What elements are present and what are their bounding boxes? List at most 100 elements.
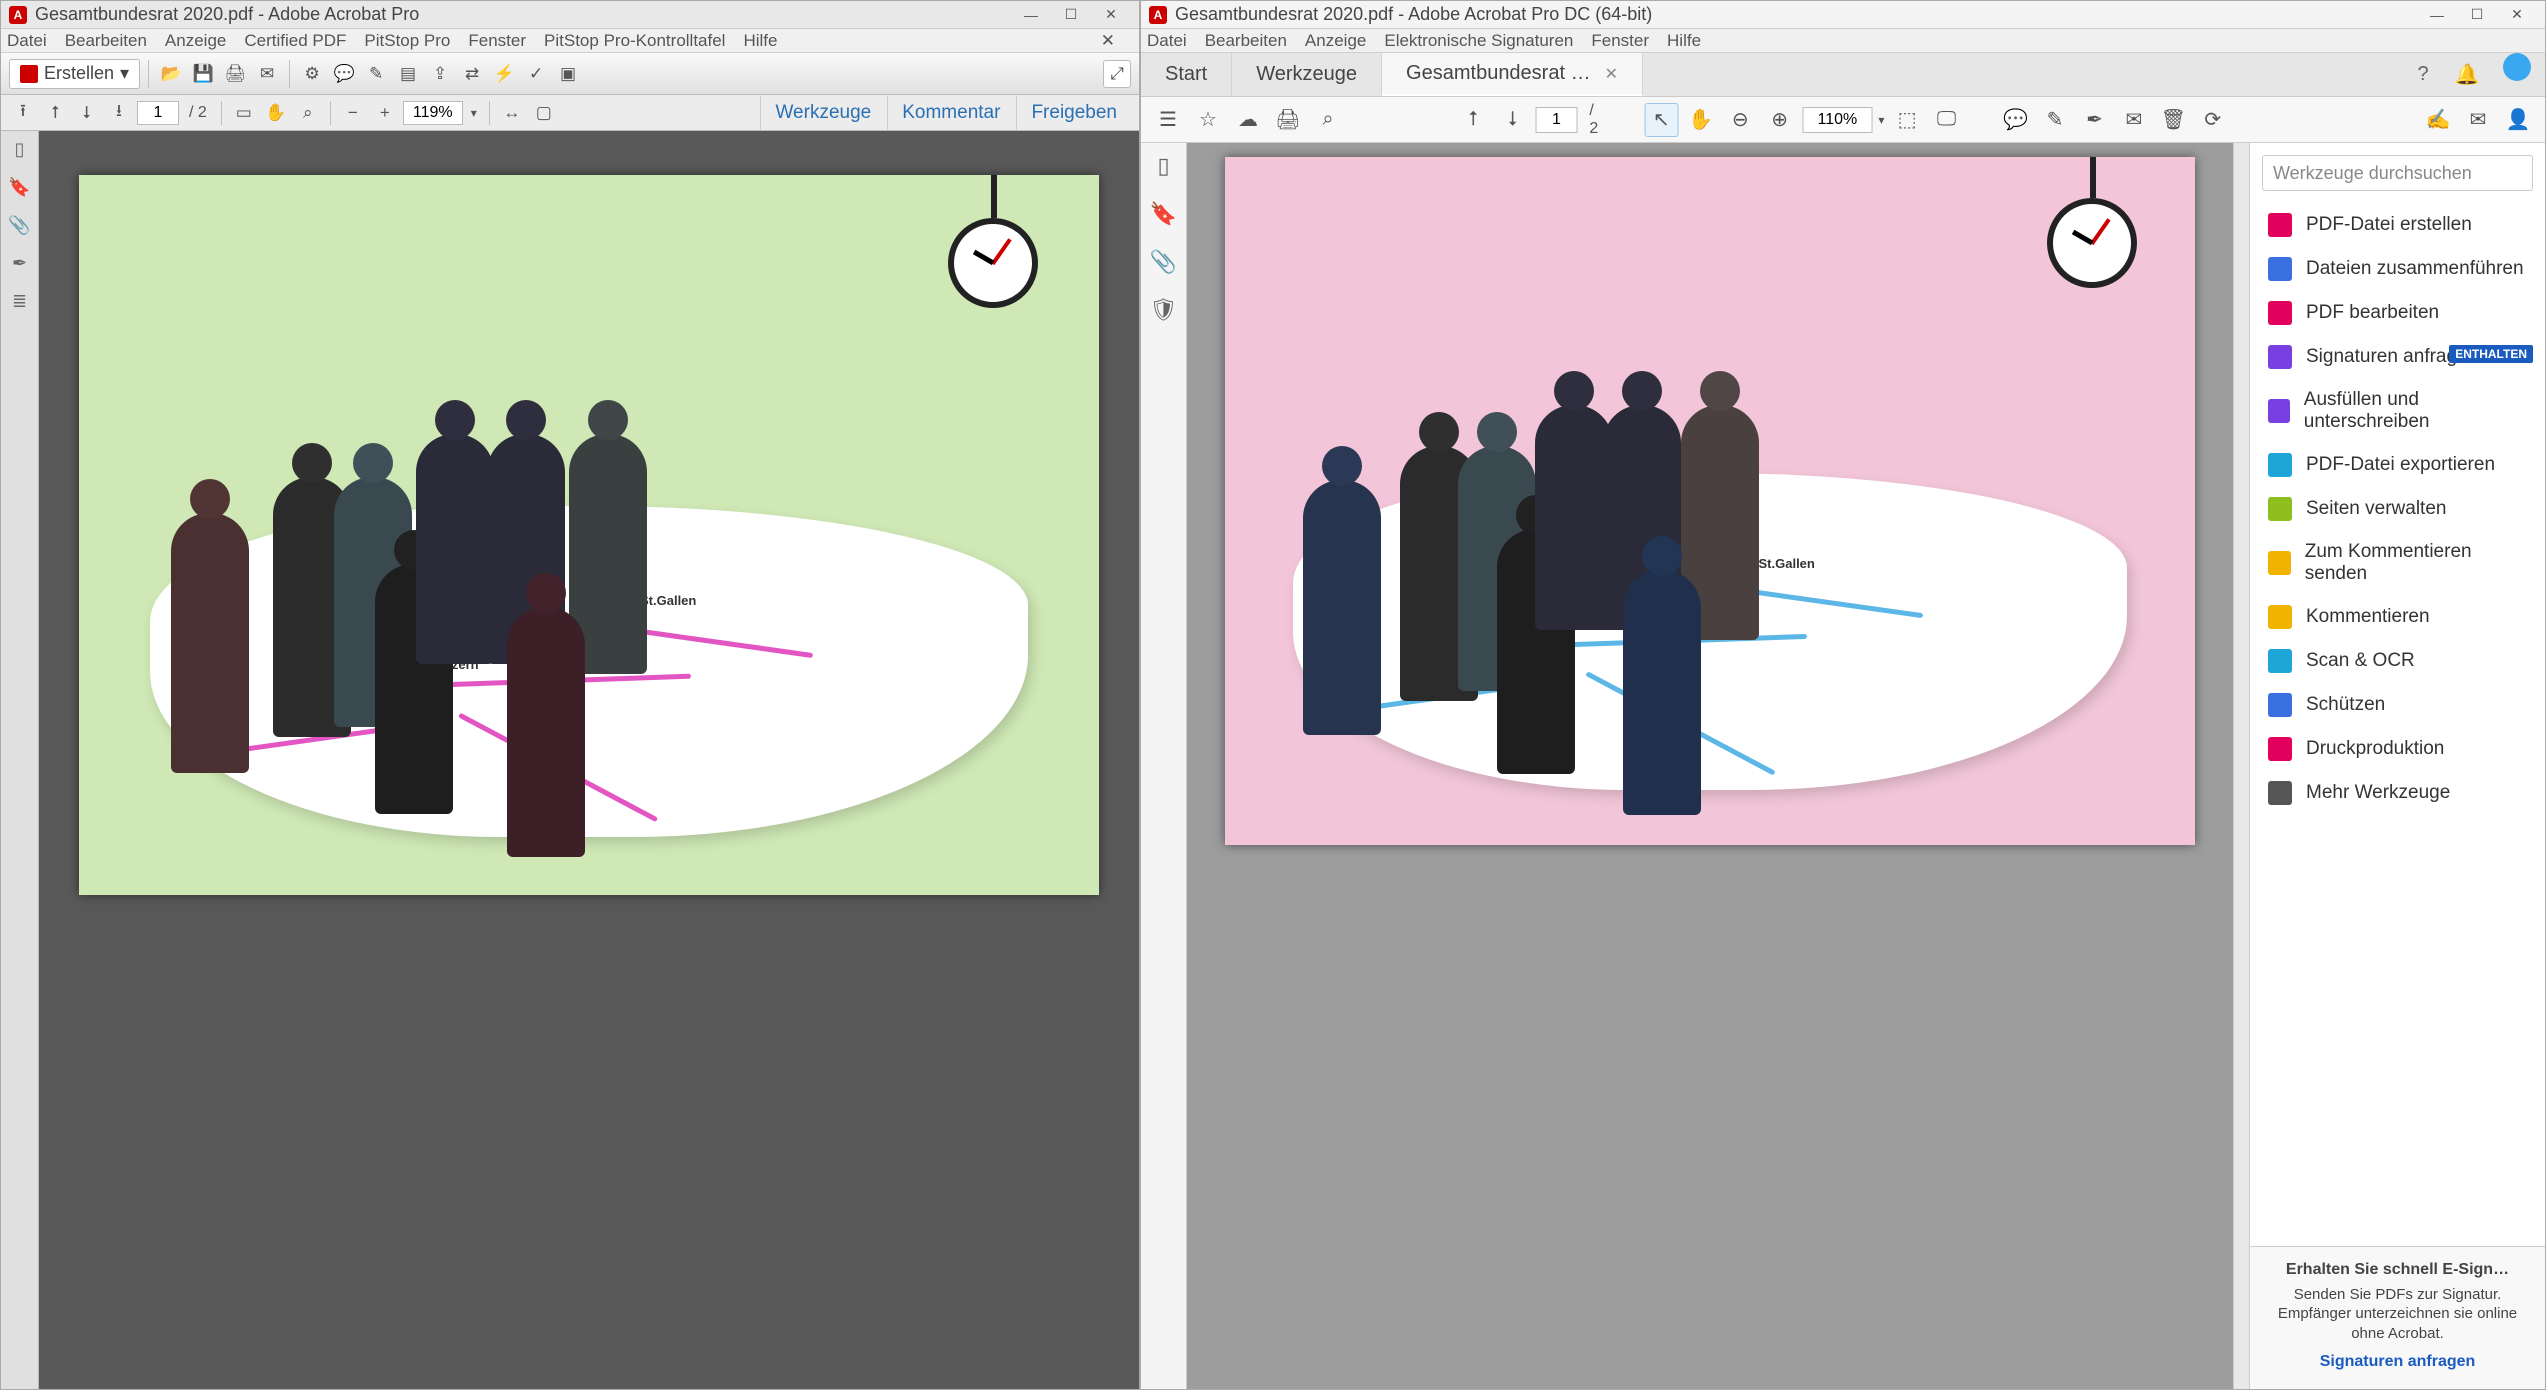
tool-item-9[interactable]: Scan & OCR [2250, 639, 2545, 683]
menu-fenster[interactable]: Fenster [1591, 31, 1649, 51]
open-icon[interactable]: 📂 [157, 60, 185, 88]
avatar[interactable] [2503, 53, 2531, 81]
maximize-button[interactable]: ☐ [1051, 3, 1091, 27]
read-mode-icon[interactable]: 🖵 [1930, 103, 1963, 137]
highlight-icon[interactable]: ✎ [2038, 103, 2071, 137]
tool-item-4[interactable]: Ausfüllen und unterschreiben [2250, 379, 2545, 443]
fill-sign-icon[interactable]: ✍ [2421, 103, 2455, 137]
edit-icon[interactable]: ✎ [362, 60, 390, 88]
sign-icon[interactable]: ✒ [2078, 103, 2111, 137]
menu-datei[interactable]: Datei [1147, 31, 1187, 51]
comment-link[interactable]: Kommentar [887, 96, 1014, 130]
zoom-in-icon[interactable]: + [371, 99, 399, 127]
action-icon[interactable]: ⚡ [490, 60, 518, 88]
zoom-out-icon[interactable]: − [339, 99, 367, 127]
signatures-icon[interactable]: ✒ [8, 251, 32, 275]
mail-icon[interactable]: ✉ [253, 60, 281, 88]
zoom-input[interactable] [1802, 107, 1872, 133]
rotate-icon[interactable]: ⟳ [2196, 103, 2229, 137]
select-tool-icon[interactable]: ▭ [230, 99, 258, 127]
delete-icon[interactable]: 🗑 [2157, 103, 2190, 137]
thumbnails-icon[interactable]: ▯ [8, 137, 32, 161]
convert-icon[interactable]: ⇄ [458, 60, 486, 88]
close-button[interactable]: ✕ [2497, 3, 2537, 27]
share-link[interactable]: Freigeben [1016, 96, 1131, 130]
print-icon[interactable]: 🖨 [1271, 103, 1305, 137]
zoom-input[interactable] [403, 101, 463, 125]
tools-search[interactable]: Werkzeuge durchsuchen [2262, 155, 2533, 191]
bookmarks-icon[interactable]: 🔖 [1150, 201, 1177, 227]
search-icon[interactable]: ⌕ [1311, 103, 1345, 137]
share-people-icon[interactable]: 👤 [2501, 103, 2535, 137]
tools-link[interactable]: Werkzeuge [760, 96, 885, 130]
menu-fenster[interactable]: Fenster [468, 31, 526, 51]
expand-icon[interactable]: ⤢ [1103, 60, 1131, 88]
share-mail-icon[interactable]: ✉ [2461, 103, 2495, 137]
stamp-icon[interactable]: ✉ [2117, 103, 2150, 137]
menu-hilfe[interactable]: Hilfe [743, 31, 777, 51]
menu-bearbeiten[interactable]: Bearbeiten [65, 31, 147, 51]
attachments-icon[interactable]: 📎 [8, 213, 32, 237]
thumbnails-icon[interactable]: ▯ [1157, 153, 1169, 179]
document-area-left[interactable]: Genève Bern Zürich HB St.Gallen Luzern [39, 131, 1139, 1389]
next-page-icon[interactable]: ⭣ [73, 99, 101, 127]
menu-anzeige[interactable]: Anzeige [165, 31, 226, 51]
protect-icon[interactable]: 🛡 [1150, 297, 1178, 323]
layers-icon[interactable]: ≣ [8, 289, 32, 313]
save-icon[interactable]: 💾 [189, 60, 217, 88]
scrollbar[interactable] [2233, 143, 2249, 1389]
tool-item-6[interactable]: Seiten verwalten [2250, 487, 2545, 531]
close-button[interactable]: ✕ [1091, 3, 1131, 27]
document-area-right[interactable]: Genève Bern Zürich HB St.Gallen Luzern [1187, 143, 2233, 1389]
chevron-down-icon[interactable]: ▾ [1878, 113, 1884, 127]
prev-page-icon[interactable]: ⭡ [41, 99, 69, 127]
select-tool-icon[interactable]: ↖ [1645, 103, 1678, 137]
tool-item-10[interactable]: Schützen [2250, 683, 2545, 727]
tool-item-1[interactable]: Dateien zusammenführen [2250, 247, 2545, 291]
preflight-icon[interactable]: ✓ [522, 60, 550, 88]
tab-document[interactable]: Gesamtbundesrat … ✕ [1382, 53, 1643, 96]
hand-tool-icon[interactable]: ✋ [262, 99, 290, 127]
hand-tool-icon[interactable]: ✋ [1684, 103, 1717, 137]
menu-datei[interactable]: Datei [7, 31, 47, 51]
esign-link[interactable]: Signaturen anfragen [2268, 1353, 2527, 1371]
export-icon[interactable]: ⇪ [426, 60, 454, 88]
menu-bearbeiten[interactable]: Bearbeiten [1205, 31, 1287, 51]
fit-icon[interactable]: ⬚ [1890, 103, 1923, 137]
comment-bubble-icon[interactable]: 💬 [330, 60, 358, 88]
minimize-button[interactable]: — [2417, 3, 2457, 27]
misc-icon[interactable]: ▣ [554, 60, 582, 88]
tool-item-8[interactable]: Kommentieren [2250, 595, 2545, 639]
zoom-out-icon[interactable]: ⊖ [1723, 103, 1756, 137]
maximize-button[interactable]: ☐ [2457, 3, 2497, 27]
tool-item-11[interactable]: Druckproduktion [2250, 727, 2545, 771]
tool-item-7[interactable]: Zum Kommentieren senden [2250, 531, 2545, 595]
page-input[interactable] [1535, 107, 1577, 133]
minimize-button[interactable]: — [1011, 3, 1051, 27]
page-up-icon[interactable]: ⭡ [1457, 103, 1490, 137]
first-page-icon[interactable]: ⭱ [9, 99, 37, 127]
menu-pitstop-panel[interactable]: PitStop Pro-Kontrolltafel [544, 31, 725, 51]
tool-item-2[interactable]: PDF bearbeiten [2250, 291, 2545, 335]
attachments-icon[interactable]: 📎 [1150, 249, 1177, 275]
create-button[interactable]: Erstellen ▾ [9, 59, 140, 89]
tab-start[interactable]: Start [1141, 53, 1232, 96]
tool-item-0[interactable]: PDF-Datei erstellen [2250, 203, 2545, 247]
page-down-icon[interactable]: ⭣ [1496, 103, 1529, 137]
tool-item-5[interactable]: PDF-Datei exportieren [2250, 443, 2545, 487]
zoom-in-icon[interactable]: ⊕ [1763, 103, 1796, 137]
menu-certifiedpdf[interactable]: Certified PDF [244, 31, 346, 51]
form-icon[interactable]: ▤ [394, 60, 422, 88]
help-icon[interactable]: ? [2401, 53, 2445, 96]
page-input[interactable] [137, 101, 179, 125]
tab-close-icon[interactable]: ✕ [1605, 64, 1618, 84]
chevron-down-icon[interactable]: ▾ [467, 106, 481, 120]
tab-tools[interactable]: Werkzeuge [1232, 53, 1382, 96]
tool-item-12[interactable]: Mehr Werkzeuge [2250, 771, 2545, 815]
print-icon[interactable]: 🖨 [221, 60, 249, 88]
menu-hilfe[interactable]: Hilfe [1667, 31, 1701, 51]
tool-item-3[interactable]: Signaturen anfragenENTHALTEN [2250, 335, 2545, 379]
fit-width-icon[interactable]: ↔ [498, 99, 526, 127]
cloud-icon[interactable]: ☁ [1231, 103, 1265, 137]
fit-page-icon[interactable]: ▢ [530, 99, 558, 127]
